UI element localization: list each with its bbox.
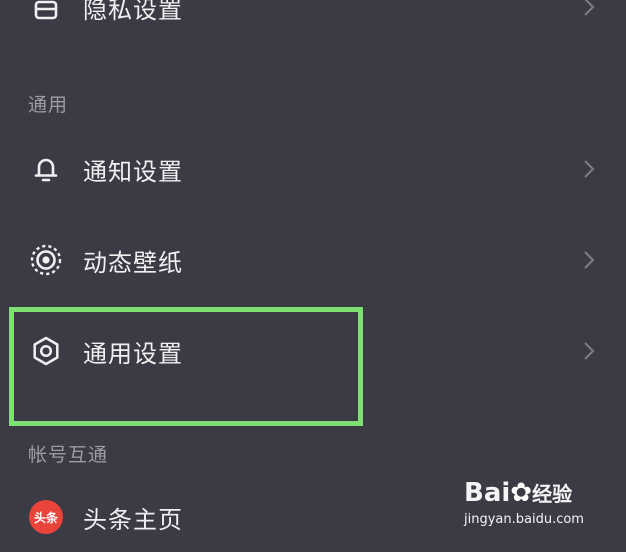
chevron-right-icon: [580, 248, 598, 272]
notification-settings-row[interactable]: 通知设置: [0, 134, 626, 204]
section-header-general: 通用: [28, 94, 69, 116]
toutiao-homepage-label: 头条主页: [83, 505, 183, 534]
baidu-jingyan-watermark: Bai✿经验 jingyan.baidu.com: [464, 478, 596, 534]
chevron-right-icon: [580, 0, 598, 19]
watermark-url: jingyan.baidu.com: [464, 512, 584, 527]
highlight-box: [9, 307, 363, 426]
watermark-brand: Bai✿经验: [464, 478, 573, 508]
notification-settings-label: 通知设置: [83, 157, 183, 186]
paw-icon: ✿: [510, 478, 533, 508]
privacy-settings-row[interactable]: 隐私设置: [0, 0, 626, 42]
chevron-right-icon: [580, 157, 598, 181]
live-wallpaper-label: 动态壁纸: [83, 248, 183, 277]
live-wallpaper-icon: [28, 242, 64, 278]
lock-icon: [28, 0, 64, 25]
section-header-account: 帐号互通: [28, 444, 109, 466]
bell-icon: [28, 151, 64, 187]
live-wallpaper-row[interactable]: 动态壁纸: [0, 225, 626, 295]
chevron-right-icon: [580, 339, 598, 363]
privacy-settings-label: 隐私设置: [83, 0, 183, 24]
toutiao-logo: 头条: [28, 499, 64, 535]
toutiao-logo-badge: 头条: [29, 500, 63, 534]
